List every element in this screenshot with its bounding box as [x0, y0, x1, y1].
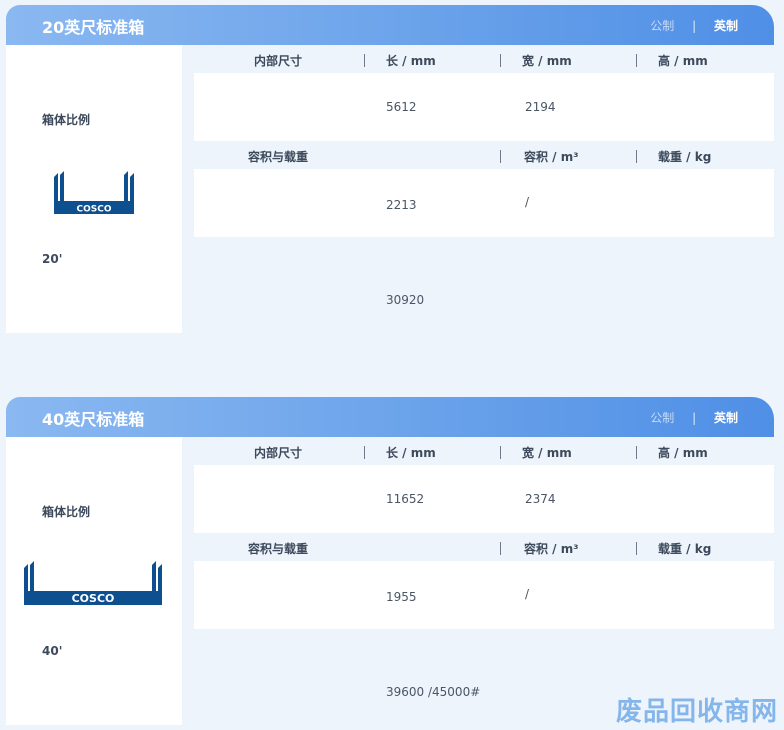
- column-divider: [500, 150, 501, 163]
- inner-dims-label: 内部尺寸: [254, 54, 303, 68]
- card-header: 40英尺标准箱 公制 | 英制: [6, 397, 774, 437]
- volume-label: 容积 / m³: [524, 150, 579, 164]
- load-label: 载重 / kg: [658, 542, 712, 556]
- capacity-header: 容积与载重 容积 / m³ 载重 / kg: [194, 533, 774, 561]
- column-divider: [636, 54, 637, 67]
- column-divider: [500, 542, 501, 555]
- ratio-label: 箱体比例: [42, 113, 91, 127]
- cosco-container-logo: COSCO: [54, 171, 136, 215]
- inner-dims-values-row: 11652 2374: [194, 465, 774, 533]
- inner-dims-label: 内部尺寸: [254, 446, 303, 460]
- container-preview-panel: 箱体比例 COSCO 20': [6, 45, 182, 333]
- unit-toggle: 公制 | 英制: [650, 17, 738, 34]
- container-card-20ft: 20英尺标准箱 公制 | 英制 箱体比例 COSCO 20' 内部尺寸 长 / …: [6, 5, 774, 333]
- width-value: 2194: [525, 100, 556, 114]
- container-preview-panel: 箱体比例 COSCO 40': [6, 437, 182, 725]
- unit-metric-button[interactable]: 公制: [650, 19, 674, 33]
- unit-imperial-button[interactable]: 英制: [714, 19, 738, 33]
- load-label: 载重 / kg: [658, 150, 712, 164]
- unit-toggle: 公制 | 英制: [650, 409, 738, 426]
- card-header: 20英尺标准箱 公制 | 英制: [6, 5, 774, 45]
- column-divider: [636, 150, 637, 163]
- unit-separator: |: [692, 411, 697, 425]
- logo-text: COSCO: [77, 205, 112, 215]
- ratio-label: 箱体比例: [42, 505, 91, 519]
- volume-value: /: [525, 587, 530, 601]
- column-divider: [500, 446, 501, 459]
- column-divider: [364, 446, 365, 459]
- volume-label: 容积 / m³: [524, 542, 579, 556]
- inner-dims-header: 内部尺寸 长 / mm 宽 / mm 高 / mm: [194, 437, 774, 465]
- capacity-values-row: 1955 /: [194, 561, 774, 629]
- site-watermark: 废品回收商网: [615, 697, 778, 727]
- capacity-label: 容积与载重: [248, 150, 309, 164]
- height-label: 高 / mm: [658, 54, 708, 68]
- width-label: 宽 / mm: [522, 54, 572, 68]
- logo-text: COSCO: [72, 592, 115, 605]
- capacity-value: 1955: [386, 590, 417, 604]
- load-value: 30920: [386, 293, 425, 307]
- length-value: 5612: [386, 100, 417, 114]
- length-label: 长 / mm: [386, 54, 436, 68]
- length-value: 11652: [386, 492, 425, 506]
- inner-dims-header: 内部尺寸 长 / mm 宽 / mm 高 / mm: [194, 45, 774, 73]
- unit-separator: |: [692, 19, 697, 33]
- capacity-label: 容积与载重: [248, 542, 309, 556]
- height-label: 高 / mm: [658, 446, 708, 460]
- length-label: 长 / mm: [386, 446, 436, 460]
- container-size-label: 20': [42, 252, 63, 266]
- column-divider: [636, 542, 637, 555]
- card-title: 40英尺标准箱: [42, 410, 145, 429]
- column-divider: [636, 446, 637, 459]
- column-divider: [500, 54, 501, 67]
- column-divider: [364, 54, 365, 67]
- capacity-value: 2213: [386, 198, 417, 212]
- container-size-label: 40': [42, 644, 63, 658]
- volume-value: /: [525, 195, 530, 209]
- unit-imperial-button[interactable]: 英制: [714, 411, 738, 425]
- cosco-container-logo: COSCO: [24, 561, 164, 607]
- capacity-values-row: 2213 /: [194, 169, 774, 237]
- capacity-header: 容积与载重 容积 / m³ 载重 / kg: [194, 141, 774, 169]
- width-value: 2374: [525, 492, 556, 506]
- container-card-40ft: 40英尺标准箱 公制 | 英制 箱体比例 COSCO 40' 内部尺寸 长 / …: [6, 397, 774, 725]
- unit-metric-button[interactable]: 公制: [650, 411, 674, 425]
- card-title: 20英尺标准箱: [42, 18, 145, 37]
- load-value: 39600 /45000#: [386, 685, 481, 699]
- inner-dims-values-row: 5612 2194: [194, 73, 774, 141]
- width-label: 宽 / mm: [522, 446, 572, 460]
